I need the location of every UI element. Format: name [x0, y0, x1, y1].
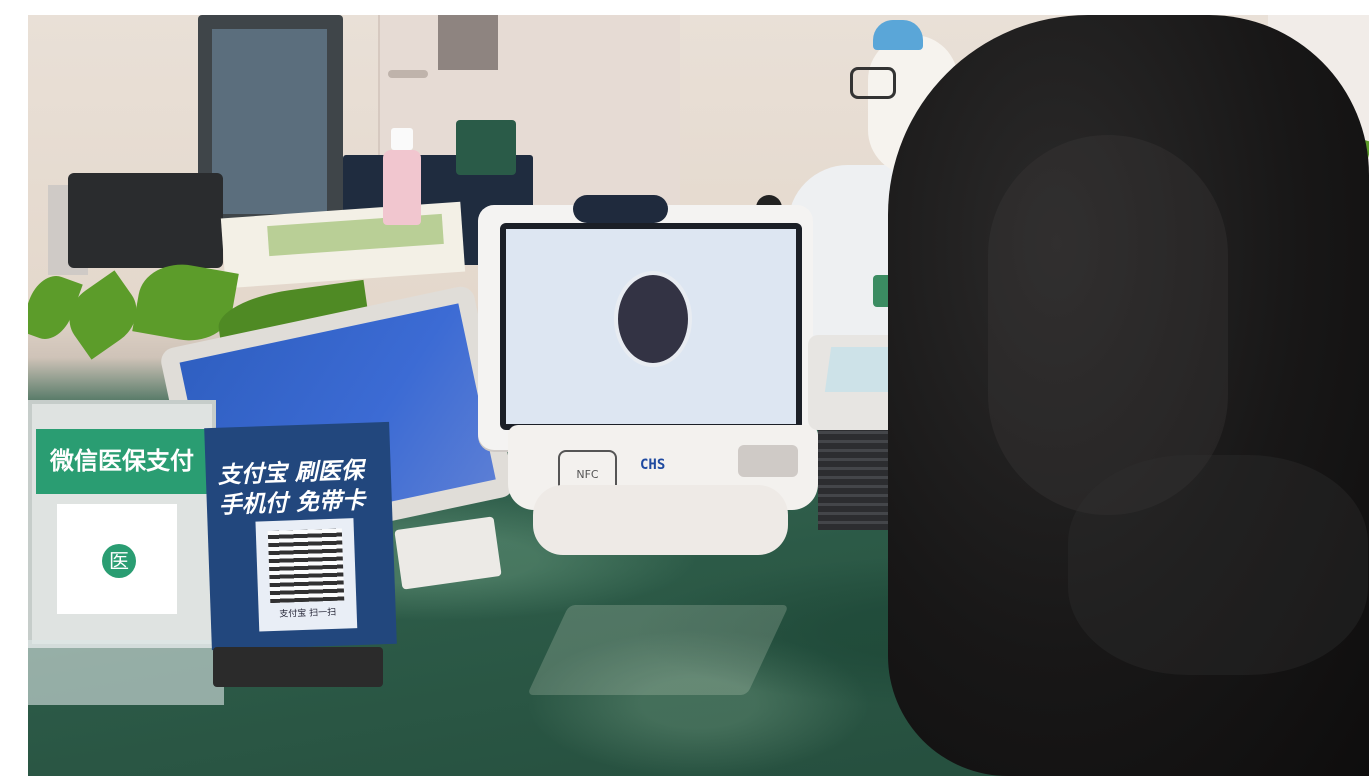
face-recognition-circle	[614, 271, 692, 367]
face-caption	[592, 255, 710, 267]
wechat-banner: 微信医保支付	[36, 429, 208, 494]
camera-icon	[573, 195, 668, 223]
photo: 微信医保支付 医 支付宝 刷医保 手机付 免带卡 支付宝 扫一扫 NFC CHS	[28, 15, 1369, 776]
wechat-qr-code[interactable]: 医	[57, 504, 177, 614]
medical-icon: 医	[102, 544, 136, 578]
card-scan-slot[interactable]	[738, 445, 798, 477]
kiosk-screen[interactable]	[500, 223, 802, 430]
door-handle	[388, 70, 428, 78]
green-device	[456, 120, 516, 175]
chs-logo: CHS	[640, 457, 666, 473]
alipay-qr-stand: 支付宝 刷医保 手机付 免带卡 支付宝 扫一扫	[204, 421, 398, 695]
alipay-caption: 支付宝 扫一扫	[279, 607, 337, 620]
wall-frame	[438, 15, 498, 70]
person-black-hood	[888, 15, 1369, 776]
alipay-subtitle: 手机付 免带卡	[218, 487, 366, 519]
light-glare	[527, 605, 789, 695]
sanitizer-bottle	[383, 128, 421, 225]
alipay-qr-code[interactable]: 支付宝 扫一扫	[255, 518, 358, 632]
face-payment-kiosk[interactable]: NFC CHS	[478, 195, 818, 555]
wechat-qr-stand: 微信医保支付 医	[28, 400, 224, 705]
